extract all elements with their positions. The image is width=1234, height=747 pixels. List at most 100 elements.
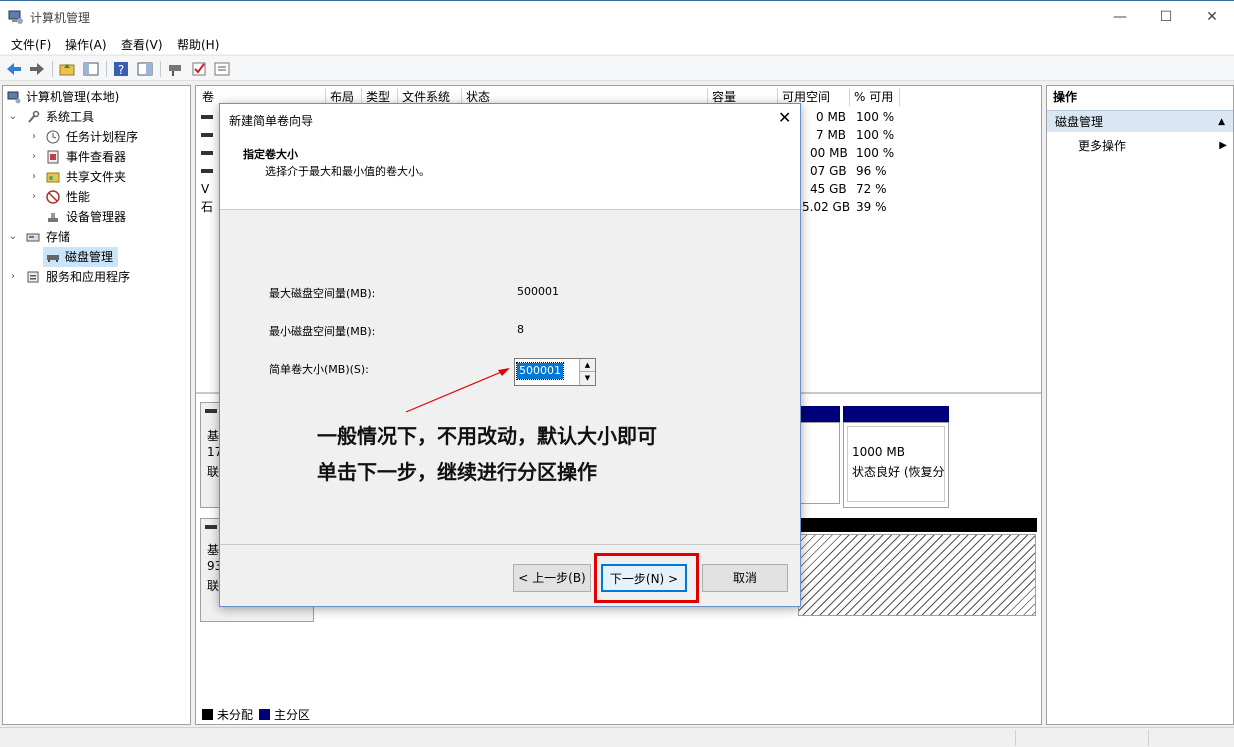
menu-view[interactable]: 查看(V): [121, 36, 163, 53]
title-bar: 计算机管理 — ☐ ✕: [0, 0, 1234, 32]
svg-text:?: ?: [118, 63, 124, 77]
clock-icon: [46, 130, 60, 144]
tree-item-task-scheduler[interactable]: › 任务计划程序: [3, 127, 190, 147]
actions-section-disk-management[interactable]: 磁盘管理 ▲: [1047, 110, 1233, 132]
chevron-down-icon[interactable]: ⌄: [7, 107, 19, 127]
tree-label: 存储: [46, 230, 71, 244]
column-header-percent-free[interactable]: % 可用: [850, 88, 900, 106]
menu-file[interactable]: 文件(F): [11, 36, 51, 53]
toolbar-separator: [106, 61, 107, 77]
unallocated-header-bar: [798, 518, 1037, 532]
submenu-arrow-icon: ▶: [1219, 140, 1227, 151]
shared-folder-icon: [46, 172, 60, 183]
close-button[interactable]: ✕: [1189, 1, 1234, 33]
cell-volume: 石: [201, 200, 214, 214]
properties-pane-icon[interactable]: [136, 60, 154, 78]
cancel-button[interactable]: 取消: [702, 564, 788, 592]
cell-free-space: 07 GB: [810, 164, 847, 178]
disk-icon: [47, 255, 59, 262]
tree-item-shared-folders[interactable]: › 共享文件夹: [3, 167, 190, 187]
dialog-close-icon[interactable]: ✕: [778, 108, 791, 127]
volume-size-stepper[interactable]: 500001 ▲ ▼: [514, 358, 596, 386]
chevron-right-icon[interactable]: ›: [7, 267, 19, 287]
tree-item-performance[interactable]: › 性能: [3, 187, 190, 207]
tree-item-system-tools[interactable]: ⌄ 系统工具: [3, 107, 190, 127]
drive-icon: [201, 133, 213, 137]
chevron-right-icon[interactable]: ›: [28, 167, 40, 187]
chevron-down-icon[interactable]: ⌄: [7, 227, 19, 247]
actions-pane: 操作 磁盘管理 ▲ 更多操作 ▶: [1046, 85, 1234, 725]
tree-item-disk-management[interactable]: 磁盘管理: [43, 247, 118, 267]
partition-size: 1000 MB: [852, 445, 905, 459]
tree-label: 设备管理器: [66, 210, 127, 224]
tree-label: 系统工具: [46, 110, 95, 124]
recovery-partition-block[interactable]: 1000 MB 状态良好 (恢复分: [843, 422, 949, 508]
annotation-text-line2: 单击下一步，继续进行分区操作: [317, 460, 597, 484]
forward-icon[interactable]: [28, 60, 46, 78]
tree-item-device-manager[interactable]: 设备管理器: [3, 207, 190, 227]
legend-unallocated-swatch: [202, 709, 213, 720]
chevron-right-icon[interactable]: ›: [28, 147, 40, 167]
more-actions-item[interactable]: 更多操作 ▶: [1047, 136, 1233, 156]
up-folder-icon[interactable]: [58, 60, 76, 78]
spin-down-icon[interactable]: ▼: [579, 372, 595, 385]
cell-percent-free: 39 %: [856, 200, 887, 214]
tree-item-services-apps[interactable]: › 服务和应用程序: [3, 267, 190, 287]
maximize-button[interactable]: ☐: [1143, 1, 1189, 33]
partition-status: 状态良好 (恢复分: [852, 465, 945, 479]
connect-icon[interactable]: [166, 60, 184, 78]
cell-volume: V: [201, 182, 210, 196]
disk-status: 联: [207, 465, 220, 479]
max-space-value: 500001: [517, 285, 559, 298]
tree-item-storage[interactable]: ⌄ 存储: [3, 227, 190, 247]
chevron-right-icon[interactable]: ›: [28, 127, 40, 147]
event-viewer-icon: [47, 150, 59, 164]
tree-label: 计算机管理(本地): [26, 90, 120, 104]
drive-icon: [201, 115, 213, 119]
volume-size-input[interactable]: 500001: [516, 362, 564, 380]
minimize-button[interactable]: —: [1097, 1, 1143, 33]
storage-icon: [26, 233, 40, 242]
tree-item-event-viewer[interactable]: › 事件查看器: [3, 147, 190, 167]
performance-icon: [46, 190, 60, 204]
annotation-arrow: [405, 368, 510, 413]
tree-label: 性能: [66, 190, 91, 204]
navigation-tree: 计算机管理(本地) ⌄ 系统工具 › 任务计划程序 › 事件查看器 › 共享文件…: [2, 85, 191, 725]
wizard-header: 新建简单卷向导 ✕ 指定卷大小 选择介于最大和最小值的卷大小。: [220, 104, 800, 210]
spin-up-icon[interactable]: ▲: [579, 359, 595, 372]
cell-free-space: 5.02 GB: [802, 200, 851, 214]
help-icon[interactable]: ?: [112, 60, 130, 78]
dialog-divider: [220, 544, 800, 545]
drive-icon: [201, 169, 213, 173]
partition-block[interactable]: [798, 422, 840, 504]
min-space-label: 最小磁盘空间量(MB):: [269, 325, 376, 338]
cell-free-space: 0 MB: [816, 110, 847, 124]
cell-percent-free: 100 %: [856, 110, 895, 124]
partition-header-bar: [843, 406, 949, 422]
next-button[interactable]: 下一步(N) >: [601, 564, 687, 592]
services-icon: [27, 271, 39, 283]
unallocated-space-block[interactable]: [798, 534, 1036, 616]
list-icon[interactable]: [213, 60, 231, 78]
collapse-up-icon[interactable]: ▲: [1218, 111, 1225, 133]
cell-percent-free: 72 %: [856, 182, 887, 196]
wizard-subheading: 选择介于最大和最小值的卷大小。: [265, 165, 430, 178]
tree-label: 磁盘管理: [65, 250, 114, 264]
disk-label: 基: [207, 429, 220, 443]
drive-icon: [205, 409, 217, 413]
more-actions-label: 更多操作: [1078, 139, 1127, 153]
show-hide-tree-icon[interactable]: [82, 60, 100, 78]
tree-item-root[interactable]: 计算机管理(本地): [3, 87, 190, 107]
status-divider: [1148, 730, 1149, 746]
back-button[interactable]: < 上一步(B): [513, 564, 591, 592]
back-icon[interactable]: [5, 60, 23, 78]
legend-unallocated-label: 未分配: [217, 708, 254, 722]
cell-free-space: 45 GB: [810, 182, 847, 196]
checklist-icon[interactable]: [190, 60, 208, 78]
dialog-title: 新建简单卷向导: [229, 114, 314, 128]
menu-help[interactable]: 帮助(H): [177, 36, 219, 53]
chevron-right-icon[interactable]: ›: [28, 187, 40, 207]
wizard-heading: 指定卷大小: [243, 148, 298, 161]
tree-label: 服务和应用程序: [46, 270, 131, 284]
menu-action[interactable]: 操作(A): [65, 36, 107, 53]
